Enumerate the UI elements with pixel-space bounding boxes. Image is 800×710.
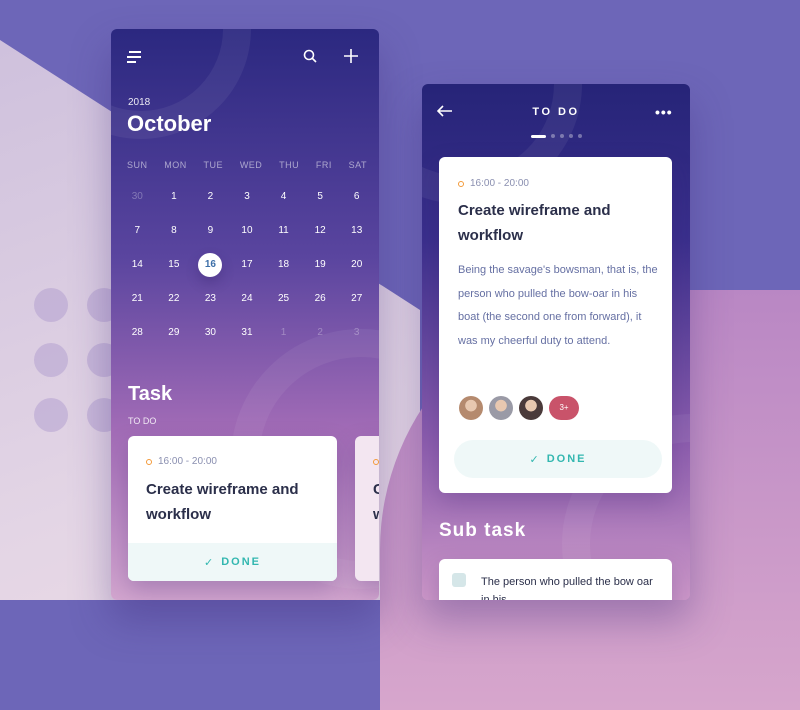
weekday-header: SUN MON TUE WED THU FRI SAT [127,160,367,170]
calendar-day[interactable]: 19 [302,255,339,275]
calendar-day[interactable]: 11 [265,221,302,241]
subtask-heading: Sub task [439,520,527,541]
weekday-label: MON [164,160,187,170]
calendar-day[interactable]: 8 [156,221,193,241]
task-title: Create wireframe and workflow [146,481,299,523]
todo-detail-screen: TO DO ••• 16:00 - 20:00 Create wireframe… [422,84,690,600]
calendar-day[interactable]: 2 [302,323,339,343]
weekday-label: TUE [203,160,224,170]
page-dot[interactable] [577,134,582,138]
search-icon[interactable] [303,49,317,63]
calendar-day[interactable]: 24 [229,289,266,309]
calendar-grid: 30 1 2 3 4 5 6 7 8 9 10 11 12 13 14 15 16 17 18 19 20 21 22 23 2… [119,187,375,343]
calendar-day[interactable]: 7 [119,221,156,241]
calendar-day[interactable]: 12 [302,221,339,241]
weekday-label: SAT [348,160,367,170]
decor-dot [34,288,68,322]
year-label: 2018 [128,97,151,108]
check-icon: ✓ [529,453,541,466]
calendar-day[interactable]: 15 [156,255,193,275]
add-icon[interactable] [344,49,358,63]
task-card[interactable]: 16:00 - 20:00 Create wireframe and workf… [128,436,337,581]
task-time: 16:00 - 20:00 [146,456,217,467]
calendar-day[interactable]: 5 [302,187,339,207]
calendar-day-selected[interactable]: 16 [192,253,229,277]
calendar-day[interactable]: 20 [338,255,375,275]
page-dot-active[interactable] [530,134,546,138]
calendar-day[interactable]: 28 [119,323,156,343]
calendar-day[interactable]: 26 [302,289,339,309]
task-time: 16:00 - 20:00 [458,178,529,189]
calendar-day[interactable]: 30 [119,187,156,207]
screen-title: TO DO [532,106,580,118]
task-detail-card: 16:00 - 20:00 Create wireframe and workf… [439,157,672,493]
subtask-text: The person who pulled the bow oar in his [481,576,653,600]
calendar-day[interactable]: 10 [229,221,266,241]
month-title: October [127,111,212,136]
calendar-day[interactable]: 6 [338,187,375,207]
calendar-day[interactable]: 31 [229,323,266,343]
check-icon: ✓ [204,556,216,569]
subtask-item[interactable]: The person who pulled the bow oar in his [439,559,672,600]
peek-title: C [373,481,379,498]
more-avatars-badge[interactable]: 3+ [549,396,579,420]
peek-title-line2: w [373,506,379,523]
time-dot-icon [458,180,464,187]
task-title: Create wireframe and workflow [458,202,611,244]
calendar-day[interactable]: 9 [192,221,229,241]
calendar-day[interactable]: 13 [338,221,375,241]
menu-icon[interactable] [127,51,141,63]
calendar-day[interactable]: 4 [265,187,302,207]
calendar-day[interactable]: 30 [192,323,229,343]
weekday-label: FRI [315,160,332,170]
calendar-day[interactable]: 17 [229,255,266,275]
more-options-icon[interactable]: ••• [655,104,673,120]
done-button[interactable]: ✓ DONE [454,440,662,478]
time-dot-icon [373,459,379,465]
calendar-day[interactable]: 3 [229,187,266,207]
decor-dot [34,398,68,432]
task-subheading: TO DO [128,416,157,426]
done-button[interactable]: ✓ DONE [128,543,337,581]
calendar-day[interactable]: 18 [265,255,302,275]
calendar-screen: 2018 October SUN MON TUE WED THU FRI SAT 30 1 2 3… [111,29,379,600]
calendar-day[interactable]: 23 [192,289,229,309]
weekday-label: WED [239,160,263,170]
page-indicator [422,134,690,138]
page-dot[interactable] [550,134,555,138]
avatar[interactable] [489,396,513,420]
subtask-checkbox[interactable] [452,573,466,587]
assignee-avatars: 3+ [459,396,585,420]
calendar-day[interactable]: 14 [119,255,156,275]
calendar-day[interactable]: 22 [156,289,193,309]
calendar-day[interactable]: 21 [119,289,156,309]
calendar-day[interactable]: 2 [192,187,229,207]
weekday-label: THU [279,160,300,170]
calendar-day[interactable]: 1 [265,323,302,343]
task-heading: Task [128,383,173,405]
calendar-day[interactable]: 3 [338,323,375,343]
task-card-peek[interactable]: C w [355,436,379,581]
calendar-day[interactable]: 29 [156,323,193,343]
avatar[interactable] [459,396,483,420]
time-dot-icon [146,458,152,465]
weekday-label: SUN [127,160,148,170]
page-dot[interactable] [559,134,564,138]
calendar-day[interactable]: 25 [265,289,302,309]
task-description: Being the savage's bowsman, that is, the… [458,264,658,347]
calendar-day[interactable]: 27 [338,289,375,309]
avatar[interactable] [519,396,543,420]
decor-dot [34,343,68,377]
calendar-day[interactable]: 1 [156,187,193,207]
page-dot[interactable] [568,134,573,138]
